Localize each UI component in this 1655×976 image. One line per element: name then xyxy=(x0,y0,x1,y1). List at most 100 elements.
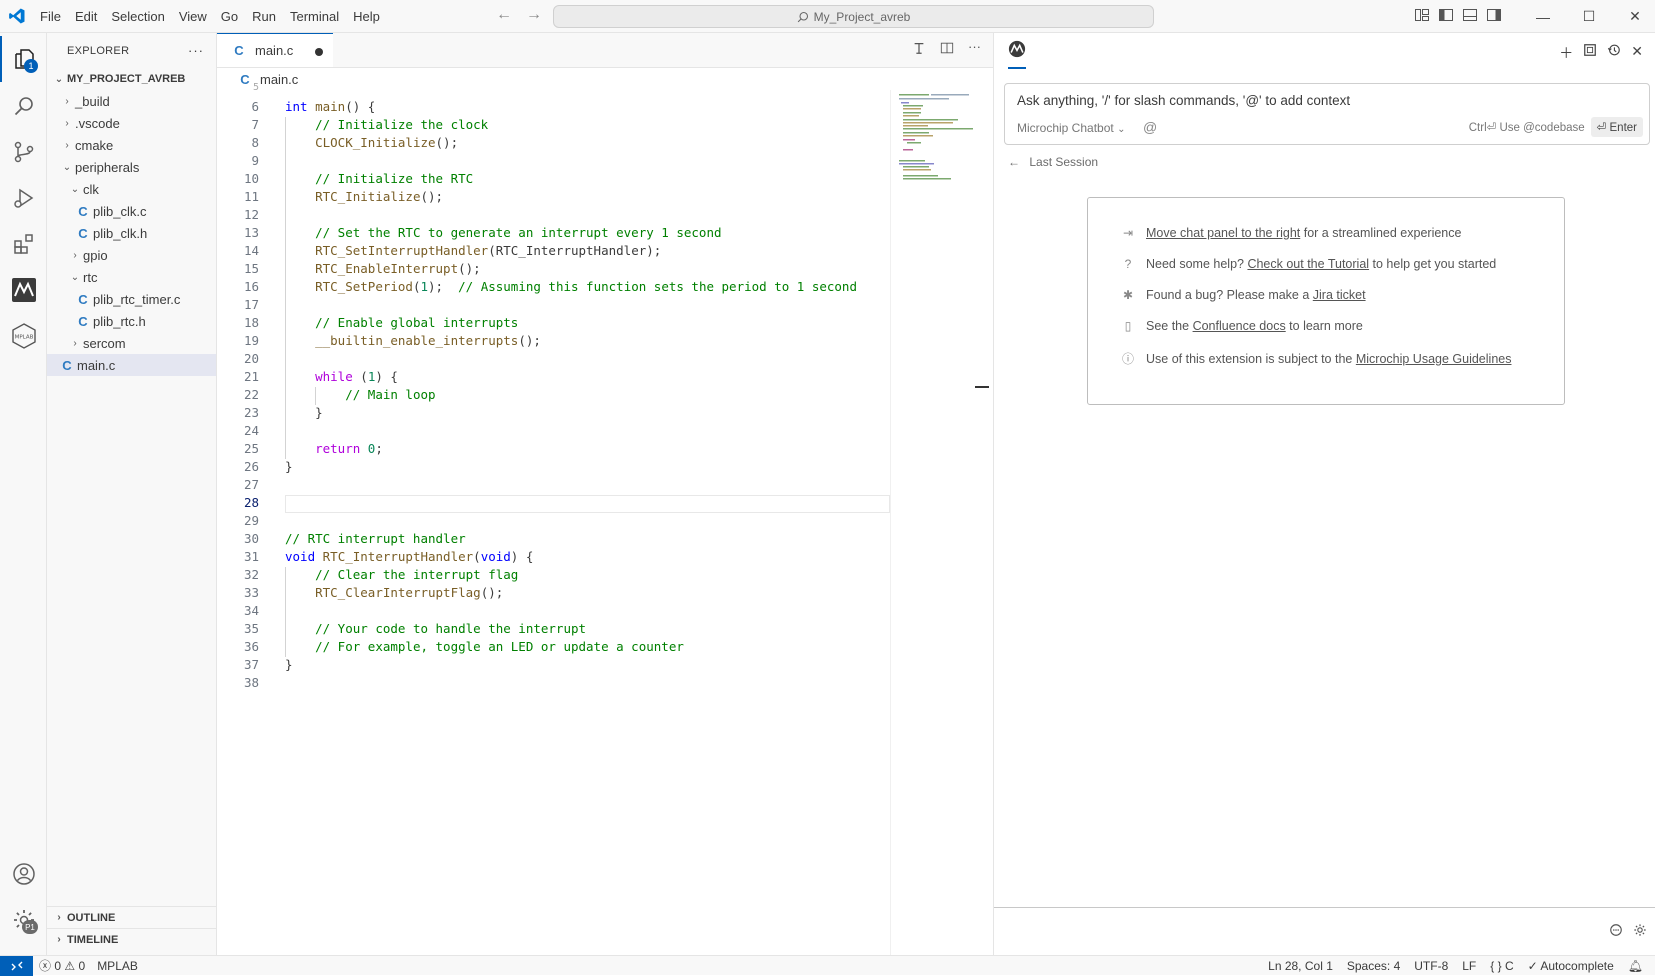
menu-selection[interactable]: Selection xyxy=(104,0,171,33)
notifications-bell-icon[interactable]: 🔔︎ xyxy=(1628,959,1643,973)
code-line[interactable]: } xyxy=(285,657,293,672)
code-line[interactable]: // Your code to handle the interrupt xyxy=(285,621,586,636)
last-session-link[interactable]: ← Last Session xyxy=(1008,155,1098,169)
code-line[interactable]: // Initialize the clock xyxy=(285,117,488,132)
maximize-icon[interactable]: ☐ xyxy=(1566,0,1612,33)
tree-file[interactable]: Cplib_clk.h xyxy=(47,222,216,244)
menu-help[interactable]: Help xyxy=(346,0,387,33)
accounts-activity[interactable] xyxy=(0,851,47,897)
microchip-activity[interactable] xyxy=(0,267,47,313)
feedback-icon[interactable] xyxy=(1609,923,1623,937)
maximize-panel-icon[interactable] xyxy=(1583,43,1597,57)
tree-folder[interactable]: › cmake xyxy=(47,134,216,156)
menu-go[interactable]: Go xyxy=(214,0,245,33)
toggle-primary-sidebar-icon[interactable] xyxy=(1438,7,1454,23)
split-editor-icon[interactable] xyxy=(940,41,954,55)
code-line[interactable]: return 0; xyxy=(285,441,383,456)
project-root[interactable]: ⌄ MY_PROJECT_AVREB xyxy=(47,68,216,90)
model-selector[interactable]: Microchip Chatbot ⌄ xyxy=(1017,121,1125,135)
info-link[interactable]: Confluence docs xyxy=(1193,319,1286,333)
tree-folder[interactable]: ⌄ peripherals xyxy=(47,156,216,178)
code-line[interactable]: } xyxy=(285,405,323,420)
customize-layout-icon[interactable] xyxy=(1414,7,1430,23)
code-line[interactable]: } xyxy=(285,459,293,474)
code-line[interactable]: // For example, toggle an LED or update … xyxy=(285,639,684,654)
history-icon[interactable] xyxy=(1607,43,1621,57)
info-link[interactable]: Jira ticket xyxy=(1313,288,1366,302)
minimize-icon[interactable]: — xyxy=(1520,0,1566,33)
problems-indicator[interactable]: ⓧ 0 ⚠ 0 xyxy=(33,957,91,974)
tree-folder[interactable]: ⌄ rtc xyxy=(47,266,216,288)
tree-folder[interactable]: ⌄ clk xyxy=(47,178,216,200)
tree-folder[interactable]: › .vscode xyxy=(47,112,216,134)
menu-file[interactable]: File xyxy=(33,0,68,33)
code-line[interactable]: __builtin_enable_interrupts(); xyxy=(285,333,541,348)
more-actions-icon[interactable]: ··· xyxy=(188,43,204,58)
run-debug-activity[interactable] xyxy=(0,175,47,221)
back-arrow-icon[interactable]: ← xyxy=(496,6,512,24)
code-line[interactable]: RTC_ClearInterruptFlag(); xyxy=(285,585,503,600)
minimap[interactable] xyxy=(890,90,990,955)
manage-activity[interactable]: P1 xyxy=(0,897,47,943)
code-line[interactable]: // Clear the interrupt flag xyxy=(285,567,518,582)
enter-button[interactable]: ⏎ Enter xyxy=(1590,117,1643,137)
code-line[interactable]: // RTC interrupt handler xyxy=(285,531,466,546)
menu-edit[interactable]: Edit xyxy=(68,0,104,33)
menu-view[interactable]: View xyxy=(172,0,214,33)
close-icon[interactable]: ✕ xyxy=(1631,43,1643,63)
menu-run[interactable]: Run xyxy=(245,0,283,33)
codebase-hint[interactable]: Ctrl⏎ Use @codebase xyxy=(1469,120,1585,134)
forward-arrow-icon[interactable]: → xyxy=(526,6,542,24)
tree-folder[interactable]: › sercom xyxy=(47,332,216,354)
extensions-activity[interactable] xyxy=(0,221,47,267)
format-icon[interactable] xyxy=(912,41,926,55)
code-line[interactable]: // Set the RTC to generate an interrupt … xyxy=(285,225,721,240)
search-activity[interactable] xyxy=(0,83,47,129)
remote-indicator-icon[interactable] xyxy=(0,955,33,976)
unsaved-dot-icon[interactable] xyxy=(315,48,323,56)
code-line[interactable]: RTC_SetPeriod(1); // Assuming this funct… xyxy=(285,279,857,294)
code-line[interactable]: // Main loop xyxy=(285,387,435,402)
chat-view-tab[interactable] xyxy=(1008,40,1026,69)
command-center-search[interactable]: My_Project_avreb xyxy=(553,5,1154,28)
code-line[interactable]: RTC_SetInterruptHandler(RTC_InterruptHan… xyxy=(285,243,661,258)
encoding[interactable]: UTF-8 xyxy=(1414,959,1448,973)
autocomplete-status[interactable]: ✓ Autocomplete xyxy=(1528,959,1614,973)
mplab-status[interactable]: MPLAB xyxy=(91,959,144,973)
info-link[interactable]: Check out the Tutorial xyxy=(1247,257,1369,271)
new-chat-icon[interactable]: ＋ xyxy=(1559,43,1573,63)
tree-file[interactable]: Cplib_rtc_timer.c xyxy=(47,288,216,310)
code-line[interactable]: // Enable global interrupts xyxy=(285,315,518,330)
source-control-activity[interactable] xyxy=(0,129,47,175)
code-line[interactable]: CLOCK_Initialize(); xyxy=(285,135,458,150)
breadcrumb-file[interactable]: main.c xyxy=(260,72,298,87)
code-line[interactable]: void RTC_InterruptHandler(void) { xyxy=(285,549,533,564)
add-context-button[interactable]: @ xyxy=(1143,119,1157,135)
code-line[interactable]: int main() { xyxy=(285,99,375,114)
explorer-activity[interactable]: 1 xyxy=(0,36,47,82)
end-of-line[interactable]: LF xyxy=(1462,959,1476,973)
timeline-section[interactable]: › TIMELINE xyxy=(47,928,217,950)
tree-file[interactable]: Cplib_rtc.h xyxy=(47,310,216,332)
tree-file[interactable]: Cplib_clk.c xyxy=(47,200,216,222)
tree-folder[interactable]: › _build xyxy=(47,90,216,112)
outline-section[interactable]: › OUTLINE xyxy=(47,906,217,928)
code-line[interactable]: RTC_EnableInterrupt(); xyxy=(285,261,481,276)
menu-terminal[interactable]: Terminal xyxy=(283,0,346,33)
code-line[interactable]: // Initialize the RTC xyxy=(285,171,473,186)
toggle-secondary-sidebar-icon[interactable] xyxy=(1486,7,1502,23)
code-line[interactable]: RTC_Initialize(); xyxy=(285,189,443,204)
gear-icon[interactable] xyxy=(1633,923,1647,937)
toggle-panel-icon[interactable] xyxy=(1462,7,1478,23)
more-actions-icon[interactable]: ··· xyxy=(968,40,981,55)
chat-input-placeholder[interactable]: Ask anything, '/' for slash commands, '@… xyxy=(1017,93,1350,108)
info-link[interactable]: Move chat panel to the right xyxy=(1146,226,1300,240)
tree-folder[interactable]: › gpio xyxy=(47,244,216,266)
cursor-position[interactable]: Ln 28, Col 1 xyxy=(1268,959,1333,973)
info-link[interactable]: Microchip Usage Guidelines xyxy=(1356,352,1512,366)
tree-file[interactable]: Cmain.c xyxy=(47,354,216,376)
mplab-activity[interactable]: MPLAB xyxy=(0,313,47,359)
code-line[interactable]: while (1) { xyxy=(285,369,398,384)
chat-input-box[interactable]: Ask anything, '/' for slash commands, '@… xyxy=(1004,83,1650,145)
indentation[interactable]: Spaces: 4 xyxy=(1347,959,1400,973)
